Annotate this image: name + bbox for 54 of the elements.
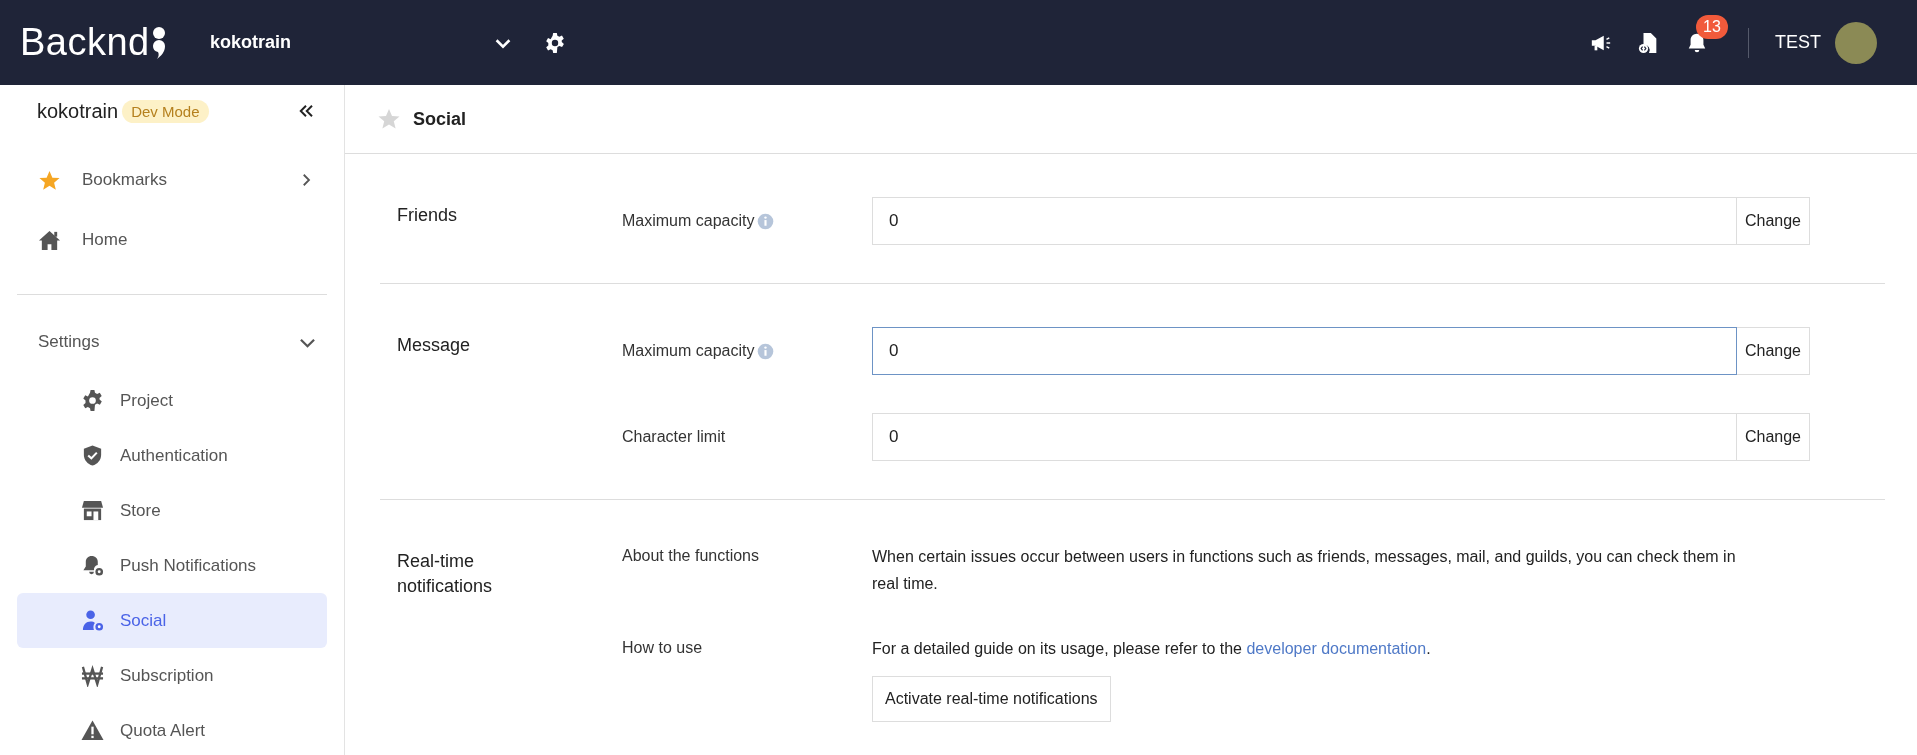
section-title: Message (397, 334, 472, 357)
sidebar-item[interactable]: Quota Alert (17, 703, 327, 755)
sidebar-item[interactable]: Push Notifications (17, 538, 327, 593)
avatar[interactable] (1835, 21, 1877, 64)
gear-icon (81, 389, 104, 412)
star-icon (377, 107, 401, 131)
field-label: Character limit (622, 428, 726, 446)
page-title: Social (413, 108, 467, 130)
description-text: When certain issues occur between users in functions such as friends, messages, mail, and guilds, you can check them in real time. (872, 547, 1737, 594)
field-label: Maximum capacity (622, 342, 755, 360)
home-icon (38, 228, 61, 252)
store-icon (81, 499, 104, 522)
logo-text: Backnd (20, 21, 150, 64)
notification-count-badge: 13 (1696, 14, 1728, 39)
change-button[interactable]: Change (1736, 327, 1810, 375)
field-label: About the functions (622, 546, 760, 566)
change-button[interactable]: Change (1735, 413, 1810, 461)
field-label: How to use (622, 638, 704, 658)
activate-button[interactable]: Activate real-time notifications (872, 676, 1111, 722)
settings-button[interactable] (544, 31, 566, 54)
collapse-sidebar-button[interactable] (297, 102, 315, 120)
star-icon (38, 168, 61, 192)
settings-icon (544, 31, 566, 54)
bell-gear-icon (81, 554, 104, 577)
user-name: TEST (1775, 32, 1821, 53)
sidebar-item[interactable]: Home (17, 210, 327, 270)
change-button[interactable]: Change (1735, 197, 1810, 245)
info-icon (757, 342, 775, 360)
field-label: Maximum capacity (622, 212, 755, 230)
logo-mark-icon (151, 25, 166, 60)
project-name: kokotrain (37, 99, 119, 123)
project-name: kokotrain (210, 32, 293, 53)
dev-mode-badge: Dev Mode (122, 99, 209, 123)
input-field[interactable]: 0 (872, 413, 1736, 461)
info-icon (757, 212, 775, 230)
won-icon (81, 664, 104, 687)
sidebar-item[interactable]: Social (17, 593, 327, 648)
bell-icon (1686, 31, 1708, 54)
sidebar-item[interactable]: Project (17, 373, 327, 428)
user-gear-icon (81, 609, 104, 632)
input-field[interactable]: 0 (872, 197, 1736, 245)
documentation-link[interactable]: developer documentation (1246, 640, 1427, 657)
sidebar-item[interactable]: Subscription (17, 648, 327, 703)
double-chevron-left-icon (297, 102, 315, 120)
sidebar-item[interactable]: Store (17, 483, 327, 538)
description-text: For a detailed guide on its usage, please refer to the developer documentation. (872, 639, 1432, 659)
sidebar-group-header[interactable]: Settings (17, 311, 327, 373)
input-field[interactable]: 0 (872, 327, 1737, 375)
sidebar-item[interactable]: Bookmarks (17, 150, 327, 210)
sidebar-item[interactable]: Authentication (17, 428, 327, 483)
section-title: Real-time notifications (397, 550, 494, 598)
section-title: Friends (397, 204, 459, 227)
warning-icon (81, 719, 104, 742)
shield-check-icon (81, 444, 104, 467)
